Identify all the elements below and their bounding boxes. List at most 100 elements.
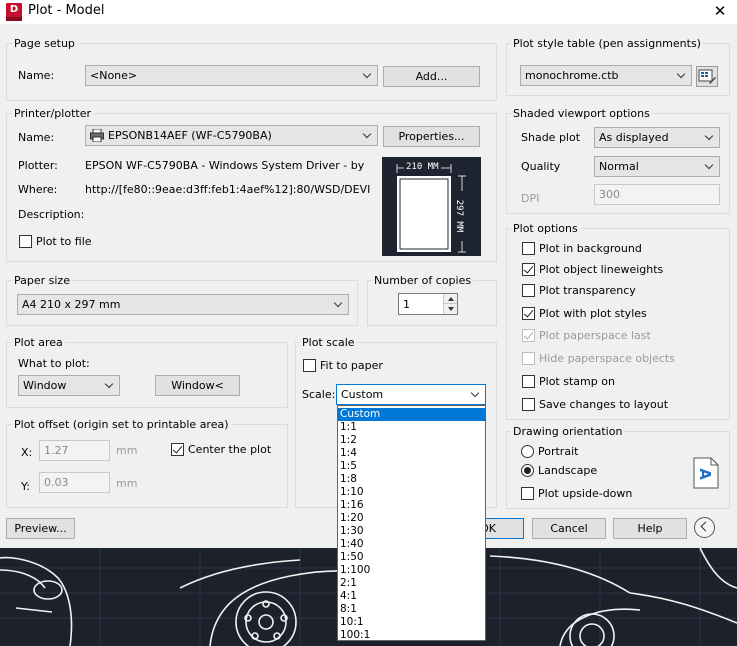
dpi-input[interactable]: 300: [594, 184, 720, 205]
chevron-down-icon: [363, 69, 373, 81]
fit-to-paper-checkbox[interactable]: Fit to paper: [303, 358, 393, 374]
offset-x-label: X:: [21, 446, 33, 459]
scale-option[interactable]: 1:30: [338, 525, 485, 538]
page-setup-name-select[interactable]: <None>: [85, 65, 378, 86]
help-button[interactable]: Help: [613, 518, 687, 539]
scale-option[interactable]: 1:2: [338, 434, 485, 447]
close-icon[interactable]: ✕: [709, 1, 731, 21]
plot-option-box: [522, 329, 535, 342]
cancel-button[interactable]: Cancel: [532, 518, 606, 539]
what-to-plot-select[interactable]: Window: [18, 375, 120, 396]
chevron-down-icon: [471, 388, 481, 400]
shaded-viewport-label: Shaded viewport options: [511, 107, 652, 120]
scale-option[interactable]: 100:1: [338, 629, 485, 642]
scale-option[interactable]: 1:10: [338, 486, 485, 499]
plot-to-file-checkbox[interactable]: Plot to file: [19, 234, 119, 250]
chevron-down-icon: [105, 379, 115, 391]
page-setup-label: Page setup: [12, 37, 77, 50]
plot-to-file-box: [19, 235, 32, 248]
center-plot-checkbox[interactable]: Center the plot: [171, 442, 271, 458]
scale-option[interactable]: 1:5: [338, 460, 485, 473]
paper-preview: 210 MM 297 MM: [382, 157, 481, 256]
scale-option[interactable]: 1:4: [338, 447, 485, 460]
plot-option-box: [522, 375, 535, 388]
landscape-radio-dot: [521, 464, 534, 477]
spin-down-icon[interactable]: [443, 304, 457, 314]
chevron-down-icon: [363, 129, 373, 141]
plot-option-label: Plot paperspace last: [539, 329, 651, 342]
quality-label: Quality: [521, 160, 561, 173]
orientation-preview-icon: A: [693, 457, 719, 489]
scale-option[interactable]: 1:50: [338, 551, 485, 564]
preview-button[interactable]: Preview...: [6, 518, 75, 539]
add-button[interactable]: Add...: [383, 66, 480, 87]
properties-button[interactable]: Properties...: [383, 126, 480, 147]
plot-style-value: monochrome.ctb: [525, 69, 619, 82]
scale-option[interactable]: 10:1: [338, 616, 485, 629]
scale-option[interactable]: 4:1: [338, 590, 485, 603]
what-to-plot-value: Window: [23, 379, 67, 392]
plotter-label: Plotter:: [18, 159, 58, 172]
plot-option-checkbox[interactable]: Plot transparency: [522, 283, 702, 299]
paper-size-select[interactable]: A4 210 x 297 mm: [17, 294, 349, 315]
scale-option[interactable]: 1:1: [338, 421, 485, 434]
printer-plotter-label: Printer/plotter: [12, 107, 93, 120]
plot-option-checkbox[interactable]: Plot with plot styles: [522, 306, 702, 322]
description-label: Description:: [18, 208, 85, 221]
title-bar: D Plot - Model ✕: [0, 0, 737, 24]
chevron-down-icon: [705, 160, 715, 172]
edit-plot-style-icon[interactable]: [696, 66, 718, 87]
printer-name-select[interactable]: EPSONB14AEF (WF-C5790BA): [85, 125, 378, 146]
printer-icon: [90, 129, 104, 142]
scale-option[interactable]: 1:16: [338, 499, 485, 512]
plot-option-label: Plot with plot styles: [539, 307, 647, 320]
scale-option[interactable]: 2:1: [338, 577, 485, 590]
scale-option[interactable]: 1:20: [338, 512, 485, 525]
shade-plot-value: As displayed: [599, 131, 669, 144]
plot-option-checkbox[interactable]: Plot object lineweights: [522, 262, 702, 278]
printer-name-label: Name:: [18, 131, 55, 144]
plot-option-checkbox: Plot paperspace last: [522, 328, 702, 344]
offset-x-input[interactable]: 1.27: [39, 440, 110, 461]
upside-down-checkbox[interactable]: Plot upside-down: [521, 486, 632, 502]
shade-plot-select[interactable]: As displayed: [594, 127, 720, 148]
plot-option-box: [522, 352, 535, 365]
plot-option-box: [522, 263, 535, 276]
scale-select[interactable]: Custom: [336, 384, 486, 405]
what-to-plot-label: What to plot:: [18, 357, 90, 370]
landscape-radio[interactable]: Landscape: [521, 463, 601, 479]
paper-width-text: 210 MM: [404, 162, 441, 172]
portrait-label: Portrait: [538, 445, 579, 458]
plot-option-checkbox[interactable]: Plot stamp on: [522, 374, 702, 390]
scale-option[interactable]: Custom: [338, 408, 485, 421]
orientation-letter: A: [695, 468, 714, 480]
paper-size-value: A4 210 x 297 mm: [22, 298, 121, 311]
scale-dropdown-list[interactable]: Custom 1:1 1:2 1:4 1:5 1:8 1:10 1:16 1:20 1:30 1:4…: [337, 405, 486, 641]
plot-style-label: Plot style table (pen assignments): [511, 37, 703, 50]
quality-select[interactable]: Normal: [594, 156, 720, 177]
plot-option-box: [522, 284, 535, 297]
page-setup-name-label: Name:: [18, 69, 55, 82]
plot-style-select[interactable]: monochrome.ctb: [520, 65, 692, 86]
where-value: http://[fe80::9eae:d3ff:feb1:4aef%12]:80…: [85, 183, 370, 196]
copies-spinner[interactable]: 1: [398, 293, 458, 315]
collapse-options-icon[interactable]: [694, 517, 715, 538]
scale-option[interactable]: 1:8: [338, 473, 485, 486]
plot-offset-group: [6, 424, 288, 508]
scale-option[interactable]: 1:100: [338, 564, 485, 577]
chevron-down-icon: [334, 298, 344, 310]
plot-offset-label: Plot offset (origin set to printable are…: [12, 418, 231, 431]
plot-option-label: Plot object lineweights: [539, 263, 664, 276]
spin-up-icon[interactable]: [443, 294, 457, 304]
paper-height-text: 297 MM: [454, 191, 464, 241]
plot-option-box: [522, 307, 535, 320]
scale-option[interactable]: 8:1: [338, 603, 485, 616]
portrait-radio-dot: [521, 445, 534, 458]
plot-option-checkbox[interactable]: Save changes to layout: [522, 397, 702, 413]
scale-option[interactable]: 1:40: [338, 538, 485, 551]
portrait-radio[interactable]: Portrait: [521, 444, 601, 460]
plot-option-box: [522, 398, 535, 411]
window-select-button[interactable]: Window<: [155, 375, 240, 396]
offset-y-input[interactable]: 0.03: [39, 472, 110, 493]
plot-option-checkbox[interactable]: Plot in background: [522, 241, 702, 257]
